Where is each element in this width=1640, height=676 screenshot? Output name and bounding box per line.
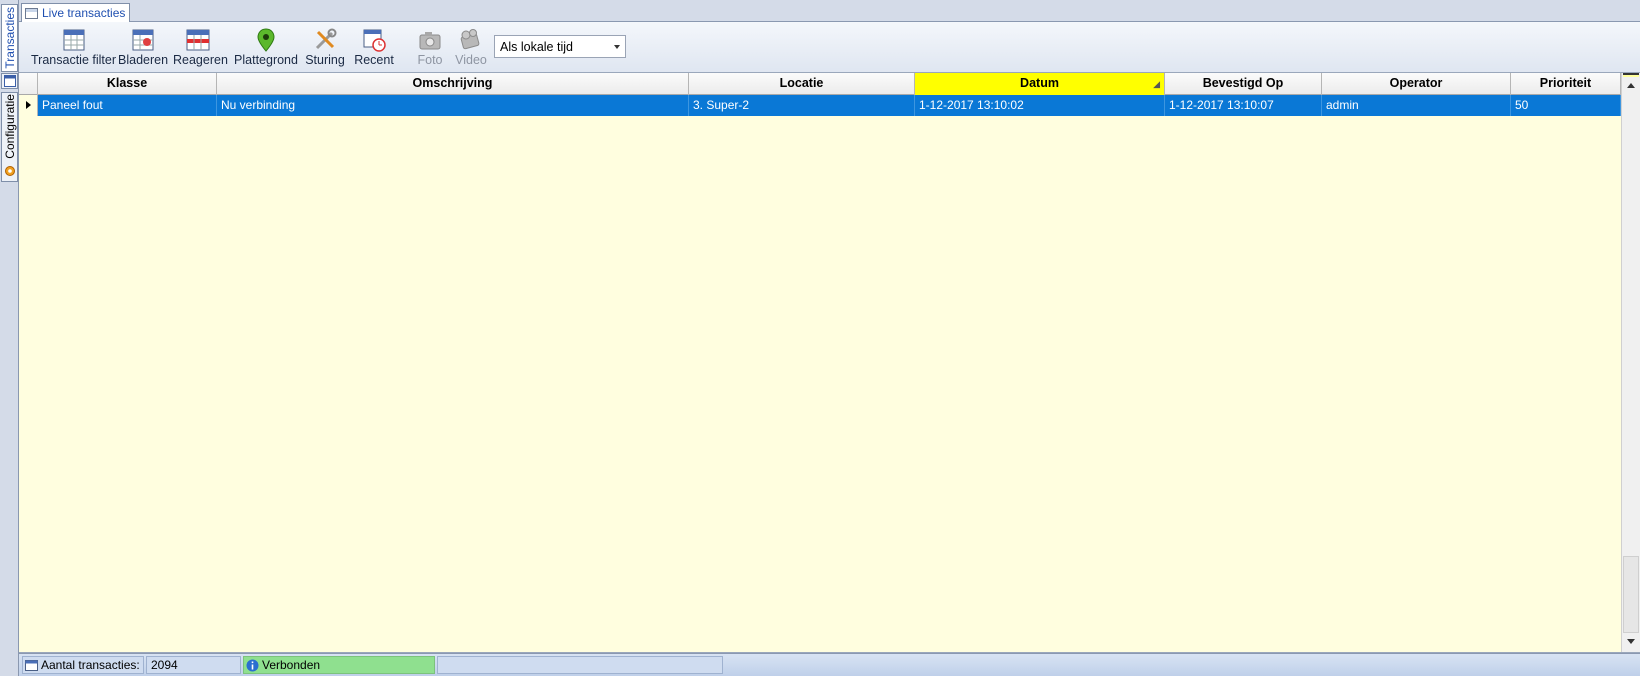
column-header-bevestigd-op[interactable]: Bevestigd Op (1165, 73, 1322, 95)
button-label: Bladeren (118, 53, 169, 67)
recent-clock-icon (363, 29, 386, 52)
tab-label: Live transacties (42, 6, 126, 20)
cell-omschrijving[interactable]: Nu verbinding (217, 95, 689, 116)
transaction-count-value: 2094 (146, 656, 241, 674)
sort-ascending-icon: ◢ (1153, 79, 1160, 89)
recent-button[interactable]: Recent (353, 22, 395, 73)
column-header-klasse[interactable]: Klasse (38, 73, 217, 95)
column-header-label: Datum (1020, 76, 1059, 90)
count-label: Aantal transacties: (41, 658, 140, 672)
foto-button[interactable]: Foto (415, 22, 445, 73)
time-mode-select[interactable]: Als lokale tijd (494, 35, 626, 58)
video-camera-icon (460, 29, 480, 50)
reageren-button[interactable]: Reageren (173, 22, 228, 73)
column-header-locatie[interactable]: Locatie (689, 73, 915, 95)
row-selector-header (19, 73, 38, 95)
vertical-scrollbar[interactable] (1621, 73, 1640, 652)
status-bar: Aantal transacties: 2094 Verbonden (19, 653, 1640, 676)
window-icon (25, 8, 38, 19)
tools-icon (315, 28, 337, 50)
map-pin-icon (257, 28, 275, 52)
chevron-down-icon (614, 45, 620, 49)
scroll-down-icon[interactable] (1622, 633, 1640, 650)
grid-header: Klasse Omschrijving Locatie Datum ◢ Beve… (19, 73, 1621, 95)
gear-icon (5, 166, 15, 176)
transaction-count-label-panel: Aantal transacties: (22, 656, 144, 674)
side-tab-configuratie[interactable]: Configuratie (1, 92, 18, 182)
connection-status: Verbonden (262, 658, 321, 672)
column-header-operator[interactable]: Operator (1322, 73, 1511, 95)
browse-table-icon (132, 29, 154, 51)
respond-table-icon (186, 29, 210, 51)
sturing-button[interactable]: Sturing (304, 22, 346, 73)
transactie-filter-button[interactable]: Transactie filter (27, 22, 120, 73)
table-icon (25, 660, 38, 672)
side-tab-strip: Transacties Configuratie (0, 0, 19, 676)
info-icon (246, 659, 259, 672)
cell-prioriteit[interactable]: 50 (1511, 95, 1621, 116)
side-tab-transacties[interactable]: Transacties (1, 4, 18, 72)
tab-live-transacties[interactable]: Live transacties (21, 3, 131, 23)
toolbar: Transactie filter Bladeren Reageren Plat… (19, 22, 1640, 73)
button-label: Foto (417, 53, 443, 67)
document-tab-bar: Live transacties (19, 0, 1640, 23)
column-header-omschrijving[interactable]: Omschrijving (217, 73, 689, 95)
camera-icon (419, 32, 441, 50)
button-label: Reageren (173, 53, 228, 67)
button-label: Transactie filter (31, 53, 116, 67)
filter-table-icon (63, 29, 84, 51)
video-button[interactable]: Video (455, 22, 487, 73)
cell-operator[interactable]: admin (1322, 95, 1511, 116)
scroll-up-icon[interactable] (1622, 77, 1640, 94)
plattegrond-button[interactable]: Plattegrond (231, 22, 301, 73)
table-row[interactable]: Paneel fout Nu verbinding 3. Super-2 1-1… (19, 95, 1621, 116)
button-label: Video (455, 53, 487, 67)
scrollbar-thumb[interactable] (1623, 556, 1639, 633)
bladeren-button[interactable]: Bladeren (118, 22, 168, 73)
side-tab-label: Configuratie (3, 94, 17, 159)
cell-locatie[interactable]: 3. Super-2 (689, 95, 915, 116)
side-tab-label: Transacties (3, 7, 17, 69)
cell-bevestigd-op[interactable]: 1-12-2017 13:10:07 (1165, 95, 1322, 116)
time-mode-value: Als lokale tijd (500, 40, 573, 54)
connection-status-panel: Verbonden (243, 656, 435, 674)
cell-klasse[interactable]: Paneel fout (38, 95, 217, 116)
table-icon (1, 73, 18, 89)
transactions-grid: Klasse Omschrijving Locatie Datum ◢ Beve… (19, 73, 1640, 653)
column-header-prioriteit[interactable]: Prioriteit (1511, 73, 1621, 95)
button-label: Sturing (305, 53, 345, 67)
current-row-arrow-icon (26, 101, 31, 109)
button-label: Recent (354, 53, 394, 67)
button-label: Plattegrond (234, 53, 298, 67)
cell-datum[interactable]: 1-12-2017 13:10:02 (915, 95, 1165, 116)
column-header-datum[interactable]: Datum ◢ (915, 73, 1165, 95)
status-empty-panel (437, 656, 723, 674)
row-selector[interactable] (19, 95, 38, 116)
